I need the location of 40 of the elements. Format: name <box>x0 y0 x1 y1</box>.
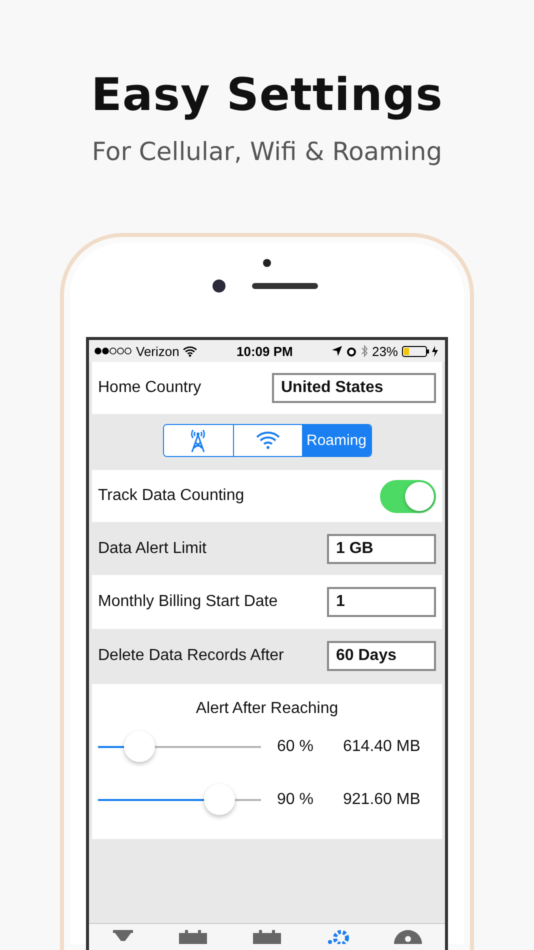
home-country-label: Home Country <box>98 379 202 397</box>
clock-time: 10:09 PM <box>236 344 293 358</box>
home-country-field[interactable]: United States <box>272 373 436 403</box>
headline: Easy Settings <box>91 68 443 121</box>
subheadline: For Cellular, Wifi & Roaming <box>92 137 442 166</box>
segment-tab[interactable] <box>232 424 302 456</box>
battery-percent: 23% <box>372 344 398 358</box>
slider-thumb[interactable] <box>204 784 235 815</box>
alarm-clock-icon <box>346 346 357 356</box>
setting-label: Delete Data Records After <box>98 646 284 664</box>
hourglass-icon <box>112 930 134 944</box>
slider[interactable] <box>98 730 261 763</box>
slider[interactable] <box>98 783 261 816</box>
wifi-icon <box>183 346 198 356</box>
person-icon <box>394 930 422 944</box>
amount-value: 921.60 MB <box>343 790 420 808</box>
carrier-name: Verizon <box>136 344 180 358</box>
signal-dots-icon <box>94 347 132 355</box>
calendar-icon <box>252 930 281 944</box>
bluetooth-icon <box>360 345 368 357</box>
slider-thumb[interactable] <box>124 731 155 762</box>
toggle-switch[interactable] <box>380 480 436 512</box>
location-arrow-icon <box>332 346 342 356</box>
setting-field[interactable]: 60 Days <box>327 640 436 670</box>
track-data-label: Track Data Counting <box>98 487 244 505</box>
percent-value: 90 % <box>277 790 314 808</box>
percent-value: 60 % <box>277 738 314 756</box>
segment-tab[interactable]: Roaming <box>302 424 370 456</box>
wifi-icon <box>256 431 280 449</box>
battery-charging-icon <box>402 346 440 356</box>
setting-field[interactable]: 1 GB <box>327 534 436 564</box>
amount-value: 614.40 MB <box>343 738 420 756</box>
setting-field[interactable]: 1 <box>327 587 436 617</box>
alert-title: Alert After Reaching <box>196 700 338 718</box>
segment-tab[interactable] <box>164 424 232 456</box>
setting-label: Data Alert Limit <box>98 540 206 558</box>
sensor-dot-icon <box>263 259 271 267</box>
setting-label: Monthly Billing Start Date <box>98 593 278 611</box>
calendar-icon <box>179 930 208 944</box>
gear-icon <box>326 930 349 944</box>
